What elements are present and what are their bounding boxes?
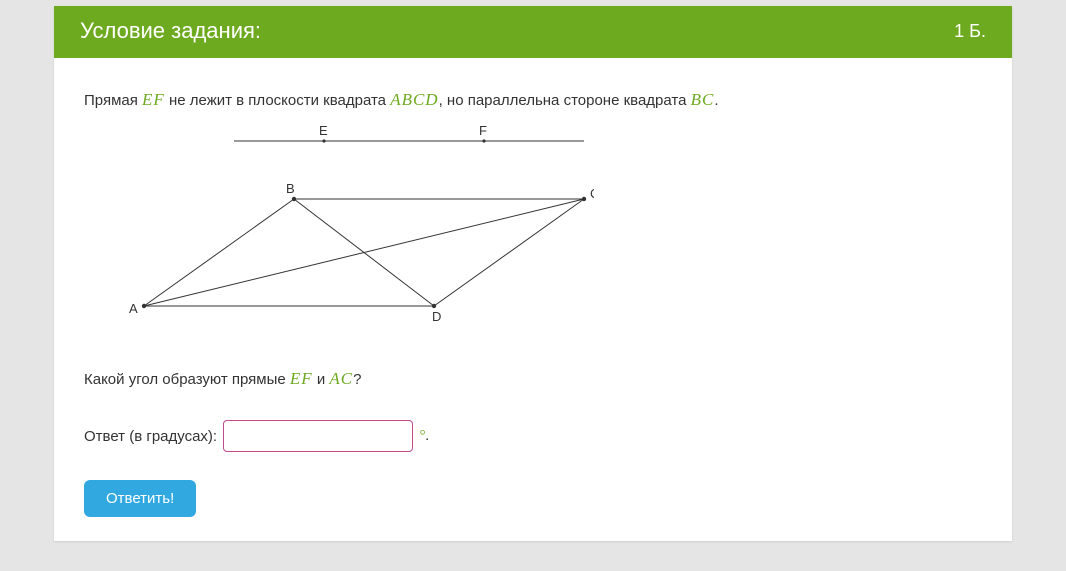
answer-input[interactable] xyxy=(223,420,413,452)
label-e: E xyxy=(319,123,328,138)
answer-row: Ответ (в градусах): °. xyxy=(84,420,982,452)
task-score: 1 Б. xyxy=(954,21,986,42)
task-title: Условие задания: xyxy=(80,18,261,44)
text: , но параллельна стороне квадрата xyxy=(439,92,691,109)
text: и xyxy=(313,371,330,388)
period: . xyxy=(425,427,429,444)
answer-label: Ответ (в градусах): xyxy=(84,428,217,445)
text: . xyxy=(714,92,718,109)
math-ef: EF xyxy=(142,90,165,109)
submit-button[interactable]: Ответить! xyxy=(84,480,196,517)
math-bc: BC xyxy=(691,90,715,109)
task-header: Условие задания: 1 Б. xyxy=(54,6,1012,58)
task-content: Прямая EF не лежит в плоскости квадрата … xyxy=(54,58,1012,541)
label-f: F xyxy=(479,123,487,138)
text: Какой угол образуют прямые xyxy=(84,371,290,388)
figure: E F A B C D xyxy=(114,121,982,335)
text: не лежит в плоскости квадрата xyxy=(165,92,390,109)
geometry-diagram: E F A B C D xyxy=(114,121,594,331)
math-ef-2: EF xyxy=(290,369,313,388)
problem-line-2: Какой угол образуют прямые EF и AC? xyxy=(84,365,982,392)
text: ? xyxy=(353,371,361,388)
label-b: B xyxy=(286,181,295,196)
task-card: Условие задания: 1 Б. Прямая EF не лежит… xyxy=(54,6,1012,541)
label-c: C xyxy=(590,186,594,201)
problem-line-1: Прямая EF не лежит в плоскости квадрата … xyxy=(84,86,982,113)
text: Прямая xyxy=(84,92,142,109)
math-ac: AC xyxy=(329,369,353,388)
label-d: D xyxy=(432,309,441,324)
math-abcd: ABCD xyxy=(390,90,438,109)
degree-unit: °. xyxy=(419,427,429,445)
label-a: A xyxy=(129,301,138,316)
